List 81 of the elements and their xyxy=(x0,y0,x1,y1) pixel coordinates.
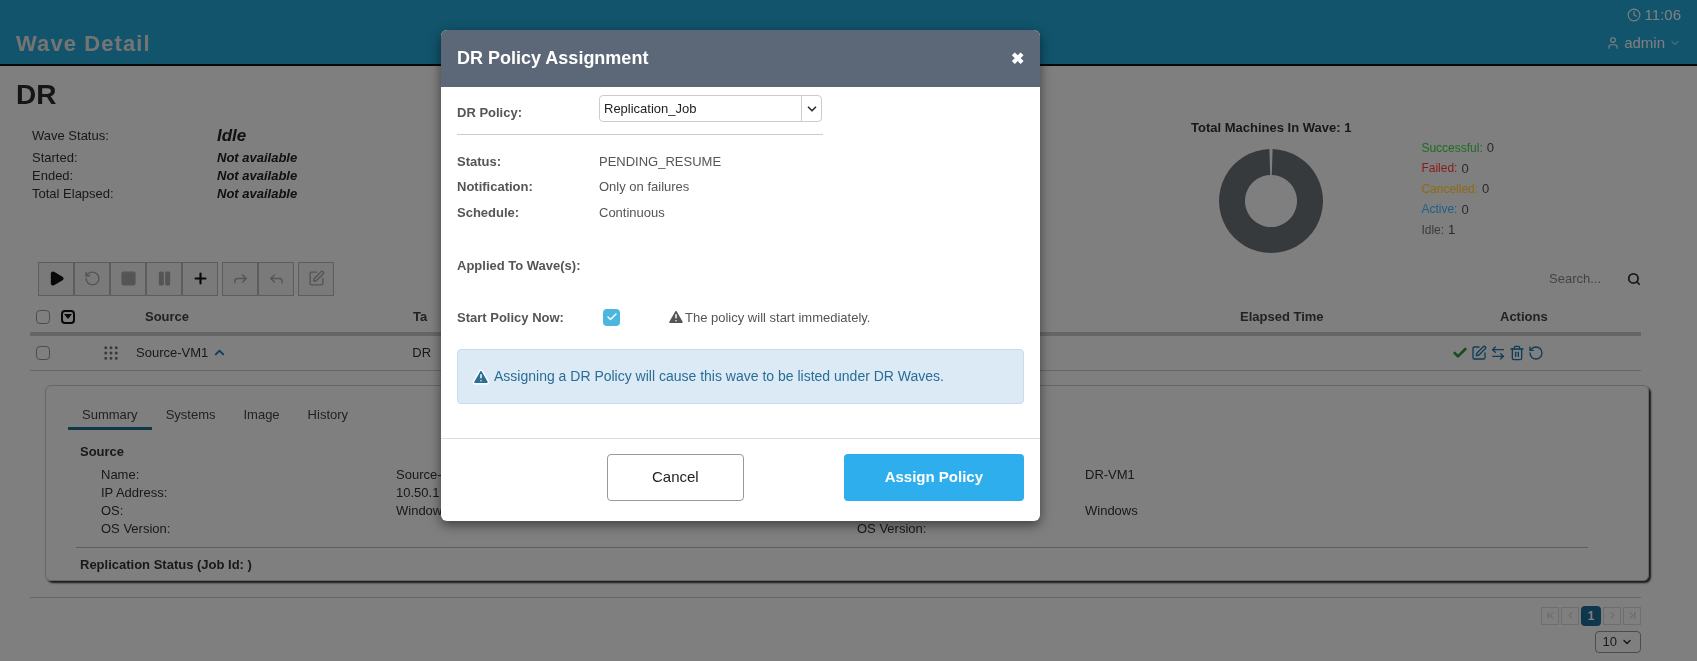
details-tab[interactable]: Summary xyxy=(68,403,152,430)
field-value: Idle xyxy=(217,124,247,147)
wave-name: DR xyxy=(16,78,57,112)
field-label: Name: xyxy=(101,466,140,483)
legend-count: 0 xyxy=(1482,180,1490,198)
edit-icon[interactable] xyxy=(1471,344,1488,361)
play-button[interactable] xyxy=(38,261,74,296)
close-button[interactable]: ✖ xyxy=(1011,46,1024,71)
field-label: Started: xyxy=(32,149,79,168)
column-header[interactable]: Elapsed Time xyxy=(1240,306,1500,327)
assign-button[interactable]: Assign Policy xyxy=(843,454,1024,501)
field-label: Total Elapsed: xyxy=(32,185,115,204)
field-label: Wave Status: xyxy=(32,126,110,145)
search-icon[interactable] xyxy=(1627,271,1641,286)
field-label: Ended: xyxy=(32,167,75,186)
field-label: OS Version: xyxy=(857,520,927,537)
target-cell-text: DR xyxy=(412,343,433,362)
field-label: Status: xyxy=(457,152,503,171)
policy-select[interactable]: Replication_Job xyxy=(599,95,822,122)
legend-count: 0 xyxy=(1486,139,1494,157)
field-value: Window xyxy=(396,502,443,519)
plus-icon xyxy=(191,270,209,287)
row-checkbox[interactable] xyxy=(36,345,50,360)
details-tab[interactable]: Image xyxy=(229,403,294,430)
select-all-checkbox[interactable] xyxy=(36,309,50,324)
field-label: OS Version: xyxy=(101,520,171,537)
search-field[interactable]: Search... xyxy=(1549,268,1619,289)
field-label: Applied To Wave(s): xyxy=(457,257,582,275)
undo-icon[interactable] xyxy=(1528,344,1545,361)
drag-handle-icon[interactable] xyxy=(102,343,120,362)
page-size-select[interactable]: 10 xyxy=(1594,630,1641,653)
page-number[interactable]: 1 xyxy=(1581,605,1601,626)
dialog-title: DR Policy Assignment xyxy=(457,47,649,70)
section-heading: Source xyxy=(80,442,126,461)
clock-icon xyxy=(1626,8,1641,23)
column-header[interactable]: Source xyxy=(145,306,413,327)
field-label: Start Policy Now: xyxy=(457,308,565,327)
legend-label: Idle: xyxy=(1421,221,1445,239)
edit-icon xyxy=(307,270,325,287)
field-value: Continuous xyxy=(599,203,665,222)
clock-time: 11:06 xyxy=(1626,4,1681,27)
page-title: Wave Detail xyxy=(16,29,151,58)
field-label: Notification: xyxy=(457,178,534,196)
legend-count: 0 xyxy=(1461,200,1469,219)
field-value: PENDING_RESUME xyxy=(599,152,722,171)
field-value: Not available xyxy=(217,149,298,168)
section-heading: Replication Status (Job Id: ) xyxy=(80,556,253,574)
field-value: Source- xyxy=(396,466,442,483)
warning-note: The policy will start immediately. xyxy=(685,308,871,327)
details-tab[interactable]: Systems xyxy=(151,403,230,430)
field-value: DR-VM1 xyxy=(1085,466,1135,483)
field-label: OS: xyxy=(101,502,124,519)
legend-label: Failed: xyxy=(1421,160,1458,178)
field-value: Not available xyxy=(217,185,298,204)
warning-icon xyxy=(472,367,490,386)
field-label: Schedule: xyxy=(457,203,521,222)
column-menu-icon[interactable] xyxy=(61,309,75,324)
restart-icon xyxy=(83,270,101,287)
field-label: DR Policy: xyxy=(457,104,523,122)
field-value: Only on failures xyxy=(599,178,690,196)
legend-label: Active: xyxy=(1421,201,1458,219)
legend-label: Successful: xyxy=(1421,139,1483,157)
stop-icon xyxy=(119,270,137,287)
field-value: 10.50.1 xyxy=(396,484,440,501)
field-value: Not available xyxy=(217,167,298,186)
trash-icon[interactable] xyxy=(1509,344,1526,361)
cancel-button[interactable]: Cancel xyxy=(607,454,744,501)
field-value: Windows xyxy=(1085,502,1138,519)
legend-count: 0 xyxy=(1461,159,1469,178)
details-tab[interactable]: History xyxy=(293,403,363,430)
user-menu[interactable]: admin xyxy=(1606,31,1681,55)
field-label: IP Address: xyxy=(101,484,168,501)
start-now-checkbox[interactable] xyxy=(603,308,620,326)
chart-title: Total Machines In Wave: 1 xyxy=(1191,119,1352,137)
user-icon xyxy=(1606,36,1621,50)
add-button[interactable] xyxy=(182,261,218,296)
source-cell-text: Source-VM1 xyxy=(136,343,209,362)
column-header[interactable]: Actions xyxy=(1500,306,1548,327)
legend-label: Cancelled: xyxy=(1421,180,1479,198)
legend-count: 1 xyxy=(1448,221,1456,239)
swap-arrows-icon[interactable] xyxy=(1490,344,1507,361)
